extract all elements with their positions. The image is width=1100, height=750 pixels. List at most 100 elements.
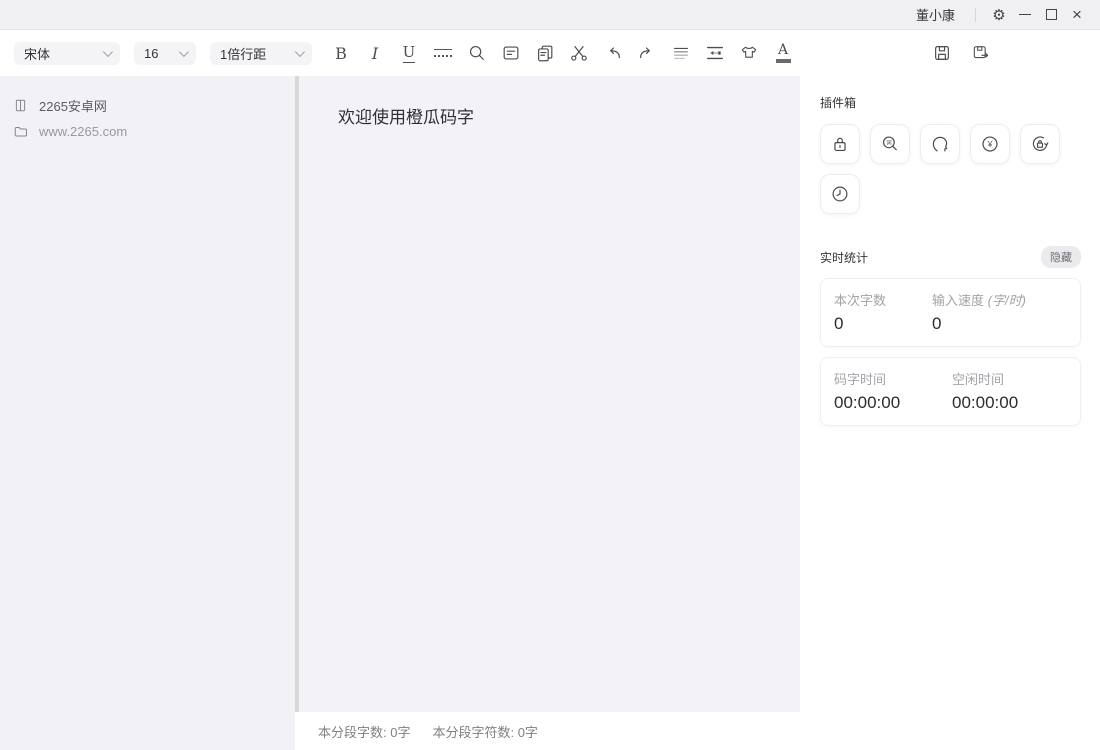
svg-text:词: 词 <box>886 138 892 146</box>
chevron-down-icon <box>103 47 113 57</box>
note-icon <box>501 43 521 63</box>
auto-lock-icon <box>1029 133 1051 155</box>
italic-button[interactable]: I <box>363 41 387 65</box>
toolbar: 宋体 16 1倍行距 B I U <box>0 30 1100 76</box>
stat-value: 0 <box>834 314 932 334</box>
tshirt-icon <box>739 43 759 63</box>
status-paragraph-chars: 本分段字符数: 0字 <box>432 722 537 741</box>
sidebar-item-book[interactable]: 2265安卓网 <box>0 92 295 118</box>
folder-icon <box>13 124 28 139</box>
underline-icon: U <box>403 43 416 63</box>
divider-line-button[interactable] <box>431 41 455 65</box>
right-panel: 插件箱 词 <box>800 76 1100 712</box>
editor-area[interactable]: 欢迎使用橙瓜码字 <box>299 76 800 712</box>
stats-card-words: 本次字数 0 输入速度 (字/时) 0 <box>820 278 1081 347</box>
align-button[interactable] <box>669 41 693 65</box>
divider-line-icon <box>434 49 452 57</box>
main-area: 2265安卓网 www.2265.com 欢迎使用橙瓜码字 插件箱 <box>0 76 1100 750</box>
save-icon <box>932 43 952 63</box>
stat-word-count: 本次字数 0 <box>834 290 932 334</box>
close-icon: × <box>1072 6 1082 23</box>
font-family-value: 宋体 <box>24 44 50 63</box>
word-search-icon: 词 <box>879 133 901 155</box>
font-size-select[interactable]: 16 <box>134 42 196 65</box>
font-color-button[interactable]: A <box>771 41 795 65</box>
minimize-button[interactable] <box>1012 2 1038 28</box>
font-size-value: 16 <box>144 46 158 61</box>
svg-text:¥: ¥ <box>987 140 993 149</box>
indent-icon <box>705 43 725 63</box>
yen-circle-icon: ¥ <box>979 133 1001 155</box>
copy-button[interactable] <box>533 41 557 65</box>
statusbar: 本分段字数: 0字 本分段字符数: 0字 <box>299 712 1100 750</box>
stat-speed: 输入速度 (字/时) 0 <box>932 290 1080 334</box>
redo-icon <box>637 43 657 63</box>
align-lines-icon <box>671 43 691 63</box>
save-buttons <box>930 41 993 65</box>
stat-label: 本次字数 <box>834 290 932 309</box>
username[interactable]: 董小康 <box>916 5 955 24</box>
chevron-down-icon <box>179 47 189 57</box>
editor-text: 欢迎使用橙瓜码字 <box>338 106 780 130</box>
plugin-lock-button[interactable] <box>820 124 860 164</box>
sidebar: 2265安卓网 www.2265.com <box>0 76 295 750</box>
cut-button[interactable] <box>567 41 591 65</box>
stat-label: 码字时间 <box>834 369 952 388</box>
chevron-down-icon <box>295 47 305 57</box>
underline-button[interactable]: U <box>397 41 421 65</box>
save-as-icon <box>971 43 991 63</box>
search-button[interactable] <box>465 41 489 65</box>
theme-button[interactable] <box>737 41 761 65</box>
stats-header: 实时统计 隐藏 <box>820 246 1081 268</box>
titlebar-divider <box>975 8 976 22</box>
italic-icon: I <box>372 44 378 63</box>
stats-title: 实时统计 <box>820 249 868 266</box>
plugin-word-search-button[interactable]: 词 <box>870 124 910 164</box>
head-profile-icon <box>929 133 951 155</box>
stat-label: 输入速度 (字/时) <box>932 290 1080 309</box>
copy-icon <box>535 43 555 63</box>
maximize-button[interactable] <box>1038 2 1064 28</box>
stat-label: 空闲时间 <box>952 369 1080 388</box>
line-spacing-value: 1倍行距 <box>220 44 266 63</box>
book-icon <box>13 98 28 113</box>
undo-button[interactable] <box>601 41 625 65</box>
close-button[interactable]: × <box>1064 2 1090 28</box>
indent-button[interactable] <box>703 41 727 65</box>
bold-button[interactable]: B <box>329 41 353 65</box>
gear-icon: ⚙ <box>992 6 1005 24</box>
search-icon <box>467 43 487 63</box>
plugin-box-title: 插件箱 <box>820 94 1081 111</box>
titlebar: 董小康 ⚙ × <box>0 0 1100 30</box>
note-button[interactable] <box>499 41 523 65</box>
font-color-icon: A <box>776 43 791 63</box>
plugin-head-button[interactable] <box>920 124 960 164</box>
undo-icon <box>603 43 623 63</box>
save-as-button[interactable] <box>969 41 993 65</box>
line-spacing-select[interactable]: 1倍行距 <box>210 42 312 65</box>
stat-value: 00:00:00 <box>952 393 1080 413</box>
save-button[interactable] <box>930 41 954 65</box>
stat-value: 0 <box>932 314 1080 334</box>
stat-typing-time: 码字时间 00:00:00 <box>834 369 952 413</box>
stats-card-time: 码字时间 00:00:00 空闲时间 00:00:00 <box>820 357 1081 426</box>
sidebar-item-label: 2265安卓网 <box>39 96 107 115</box>
maximize-icon <box>1046 9 1057 20</box>
redo-button[interactable] <box>635 41 659 65</box>
plugin-grid: 词 ¥ <box>820 124 1070 214</box>
hide-stats-button[interactable]: 隐藏 <box>1041 246 1081 268</box>
status-paragraph-words: 本分段字数: 0字 <box>318 722 410 741</box>
plugin-yen-button[interactable]: ¥ <box>970 124 1010 164</box>
plugin-clock-button[interactable] <box>820 174 860 214</box>
sidebar-item-folder[interactable]: www.2265.com <box>0 118 295 144</box>
bold-icon: B <box>335 44 347 63</box>
settings-button[interactable]: ⚙ <box>986 2 1012 28</box>
minimize-icon <box>1019 14 1031 15</box>
plugin-auto-lock-button[interactable] <box>1020 124 1060 164</box>
sidebar-item-label: www.2265.com <box>39 124 127 139</box>
stat-idle-time: 空闲时间 00:00:00 <box>952 369 1080 413</box>
stat-value: 00:00:00 <box>834 393 952 413</box>
lock-icon <box>829 133 851 155</box>
font-family-select[interactable]: 宋体 <box>14 42 120 65</box>
format-buttons: B I U <box>329 41 795 65</box>
